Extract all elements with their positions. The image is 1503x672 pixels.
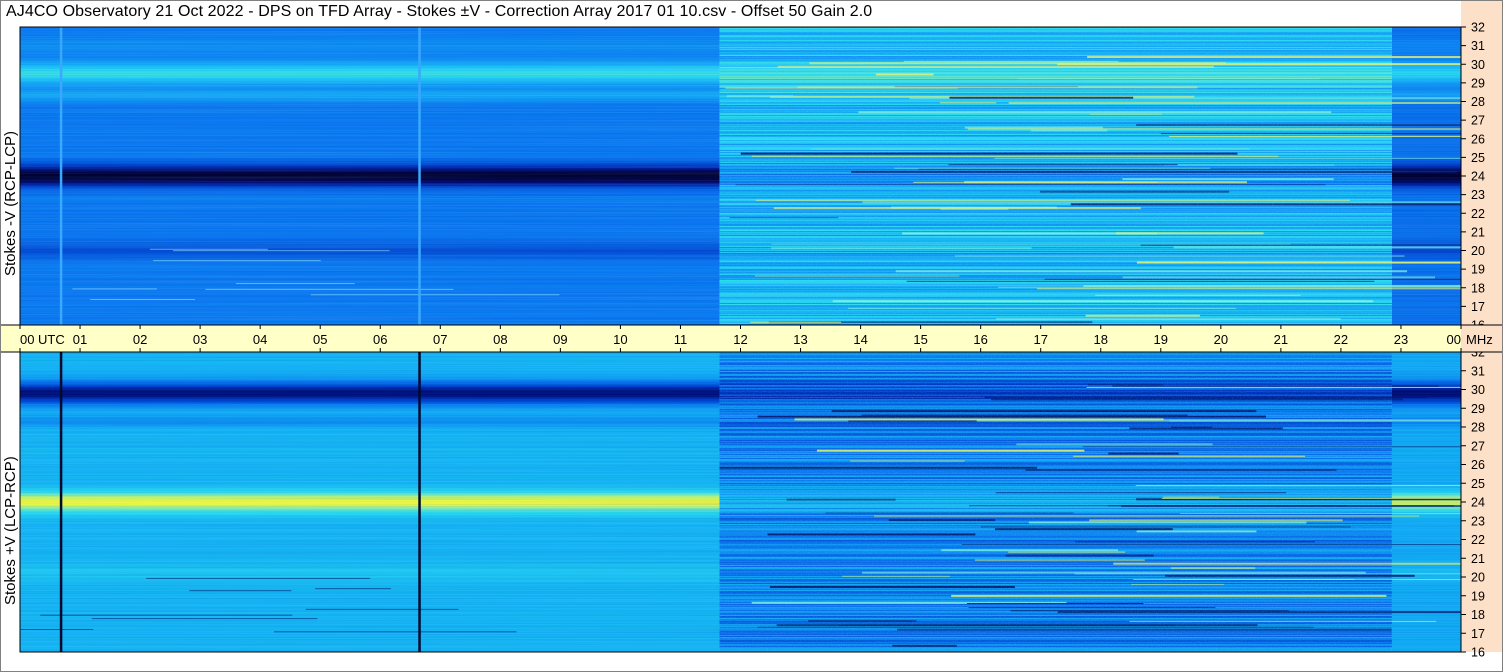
utc-axis-label: UTC	[38, 332, 65, 347]
noise-texture	[20, 352, 1461, 652]
freq-tick-label: 21	[1471, 552, 1485, 566]
freq-tick-label: 31	[1471, 39, 1485, 53]
utc-time-axis: 00 01 02 03 04 05 06 07 08 09 10 11 12 13 14 15 16 17 18 19…	[0, 324, 1503, 353]
utc-tick-label: 07	[433, 332, 447, 347]
utc-tick-label: 20	[1214, 332, 1228, 347]
vertical-interference-line	[418, 352, 421, 652]
utc-tick-label: 00	[20, 332, 34, 347]
utc-tick-label: 17	[1033, 332, 1047, 347]
utc-tick-label: 01	[73, 332, 87, 347]
utc-tick-label: 03	[193, 332, 207, 347]
mhz-axis-label: MHz	[1466, 332, 1493, 347]
bottom-freq-axis: 1617181920212223242526272829303132	[1460, 346, 1503, 660]
utc-tick-label: 11	[674, 332, 688, 347]
freq-tick-label: 22	[1471, 533, 1485, 547]
freq-tick-label: 22	[1471, 207, 1485, 221]
utc-tick-label: 05	[313, 332, 327, 347]
freq-tick-label: 30	[1471, 58, 1485, 72]
utc-tick-label: 06	[373, 332, 387, 347]
freq-tick-label: 26	[1471, 458, 1485, 472]
freq-tick-label: 29	[1471, 76, 1485, 90]
utc-tick-label: 18	[1094, 332, 1108, 347]
freq-tick-label: 17	[1471, 627, 1485, 641]
freq-tick-label: 18	[1471, 608, 1485, 622]
freq-tick-label: 26	[1471, 132, 1485, 146]
utc-tick-label: 09	[553, 332, 567, 347]
utc-tick-label: 19	[1154, 332, 1168, 347]
utc-axis-band	[0, 325, 1461, 352]
freq-tick-label: 20	[1471, 244, 1485, 258]
freq-tick-label: 32	[1471, 21, 1485, 35]
utc-tick-label: 04	[253, 332, 267, 347]
utc-tick-label: 16	[973, 332, 987, 347]
freq-tick-label: 23	[1471, 188, 1485, 202]
freq-tick-label: 18	[1471, 281, 1485, 295]
vertical-interference-line	[418, 27, 421, 325]
freq-tick-label: 27	[1471, 114, 1485, 128]
freq-tick-label: 30	[1471, 383, 1485, 397]
freq-tick-label: 16	[1471, 646, 1485, 660]
top-freq-axis: 1617181920212223242526272829303132	[1460, 0, 1503, 333]
utc-tick-label: 12	[733, 332, 747, 347]
freq-tick-label: 28	[1471, 95, 1485, 109]
freq-tick-label: 19	[1471, 263, 1485, 277]
vertical-interference-line	[59, 27, 63, 325]
freq-tick-label: 24	[1471, 496, 1485, 510]
freq-tick-label: 20	[1471, 571, 1485, 585]
freq-tick-label: 24	[1471, 170, 1485, 184]
utc-tick-label: 13	[793, 332, 807, 347]
spectrogram-figure: 16 17 18 19 20 21 22 23 24 25 26 27 28 29 30 31 32 16 17 18…	[0, 0, 1503, 672]
utc-tick-label: 00	[1447, 332, 1461, 347]
bottom-panel-ylabel: Stokes +V (LCP-RCP)	[2, 456, 19, 605]
utc-tick-label: 02	[133, 332, 147, 347]
freq-tick-label: 27	[1471, 439, 1485, 453]
noise-texture	[20, 27, 1461, 325]
freq-tick-label: 29	[1471, 402, 1485, 416]
top-panel-ylabel: Stokes -V (RCP-LCP)	[2, 130, 19, 276]
freq-tick-label: 25	[1471, 151, 1485, 165]
top-panel-heatmap	[19, 26, 1462, 327]
freq-tick-label: 28	[1471, 421, 1485, 435]
bottom-panel-heatmap	[19, 351, 1462, 653]
freq-tick-label: 25	[1471, 477, 1485, 491]
utc-tick-label: 10	[613, 332, 627, 347]
utc-tick-label: 23	[1394, 332, 1408, 347]
freq-tick-label: 31	[1471, 364, 1485, 378]
freq-tick-label: 23	[1471, 514, 1485, 528]
utc-tick-label: 21	[1274, 332, 1288, 347]
freq-tick-label: 21	[1471, 225, 1485, 239]
freq-tick-label: 17	[1471, 300, 1485, 314]
freq-tick-label: 19	[1471, 589, 1485, 603]
utc-tick-label: 22	[1334, 332, 1348, 347]
utc-tick-label: 08	[493, 332, 507, 347]
vertical-interference-line	[59, 352, 63, 652]
utc-tick-label: 14	[853, 332, 867, 347]
utc-tick-label: 15	[913, 332, 927, 347]
